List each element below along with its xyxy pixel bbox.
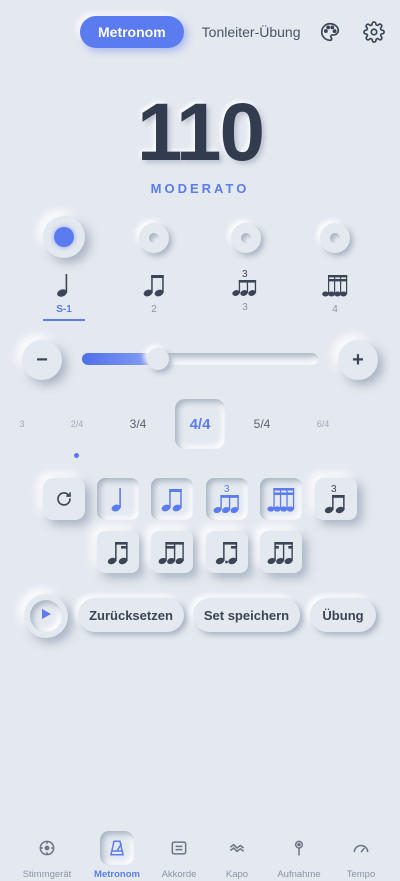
beat-indicator-3[interactable]: [231, 223, 261, 253]
play-button[interactable]: [24, 594, 68, 638]
pattern-eighths[interactable]: [151, 478, 193, 520]
speedometer-icon: [344, 831, 378, 865]
subdivision-label: 3: [242, 302, 248, 313]
tempo-increase-button[interactable]: +: [338, 340, 378, 380]
tab-tonleiter-uebung[interactable]: Tonleiter-Übung: [184, 16, 319, 48]
sixteenth-notes-icon: [310, 268, 360, 298]
tab-metronom[interactable]: Metronom: [80, 16, 184, 48]
pattern-triplet-eighths[interactable]: 3: [315, 478, 357, 520]
nav-item-metronom[interactable]: Metronom: [87, 831, 147, 880]
mode-tabs: Metronom Tonleiter-Übung: [80, 16, 319, 48]
nav-label: Aufnahme: [277, 869, 321, 880]
triplet-eighths-icon: 3: [324, 483, 348, 515]
beat-indicator-4[interactable]: [320, 223, 350, 253]
repeat-button[interactable]: [43, 478, 85, 520]
dotted-eighth-sixteenth-icon: [215, 538, 239, 566]
slider-handle[interactable]: [147, 348, 169, 370]
tempo-marking: MODERATO: [150, 181, 250, 196]
repeat-icon: [55, 490, 73, 508]
nav-label: Akkorde: [161, 869, 197, 880]
pattern-triplet[interactable]: 3: [206, 478, 248, 520]
sixteenth-eighth-sixteenth-icon: [267, 538, 295, 566]
save-set-button[interactable]: Set speichern: [193, 598, 300, 632]
metronome-icon: [100, 831, 134, 865]
pattern-eighth-sixteenths[interactable]: [97, 531, 139, 573]
page-indicator-dot: [74, 453, 79, 458]
quarter-note-icon: [39, 268, 89, 298]
tuplet-number: 3: [224, 484, 230, 495]
pattern-sixteenth-eighth-sixteenth[interactable]: [260, 531, 302, 573]
time-signature-selected[interactable]: 4/4: [175, 399, 225, 449]
beat-indicator-2[interactable]: [139, 223, 169, 253]
subdivision-label: S-1: [56, 304, 72, 315]
reset-button[interactable]: Zurücksetzen: [78, 598, 184, 632]
subdivision-selected-underline: [43, 319, 85, 321]
palette-icon[interactable]: [318, 20, 342, 44]
triplet-icon: 3: [213, 483, 241, 515]
bottom-navigation: Stimmgerät Metronom Akkorde Kapo Aufnahm…: [0, 821, 400, 881]
tempo-decrease-button[interactable]: −: [22, 340, 62, 380]
triplet-icon: 3: [220, 266, 270, 298]
chords-icon: [162, 831, 196, 865]
quarter-note-icon: [111, 485, 125, 513]
pattern-dotted-eighth-sixteenth[interactable]: [206, 531, 248, 573]
nav-item-stimmgeraet[interactable]: Stimmgerät: [17, 831, 77, 880]
microphone-icon: [282, 831, 316, 865]
eighth-sixteenths-icon: [107, 538, 129, 566]
beat-indicator-1[interactable]: [43, 216, 85, 258]
time-signature-option[interactable]: 3/4: [120, 399, 156, 449]
eighth-notes-icon: [161, 485, 183, 513]
tuner-icon: [30, 831, 64, 865]
subdivision-4[interactable]: 4: [310, 268, 360, 315]
subdivision-3[interactable]: 3 3: [220, 266, 270, 313]
tempo-slider[interactable]: [82, 348, 318, 370]
gear-icon[interactable]: [362, 20, 386, 44]
eighth-notes-icon: [129, 268, 179, 298]
subdivision-1[interactable]: S-1: [39, 268, 89, 321]
pattern-sixteenths-eighth[interactable]: [151, 531, 193, 573]
play-button-inner: [30, 600, 62, 632]
nav-label: Stimmgerät: [22, 869, 72, 880]
bpm-value: 110: [136, 87, 265, 178]
play-icon: [40, 607, 52, 625]
time-signature-option[interactable]: 2/4: [60, 399, 94, 449]
pattern-sixteenths[interactable]: [260, 478, 302, 520]
subdivision-label: 2: [151, 304, 157, 315]
subdivision-2[interactable]: 2: [129, 268, 179, 315]
nav-label: Metronom: [94, 869, 140, 880]
nav-item-kapo[interactable]: Kapo: [207, 831, 267, 880]
sixteenth-notes-icon: [267, 485, 295, 513]
nav-item-tempo[interactable]: Tempo: [331, 831, 391, 880]
tuplet-number: 3: [331, 484, 337, 495]
nav-label: Kapo: [225, 869, 249, 880]
capo-icon: [220, 831, 254, 865]
tuplet-number: 3: [242, 269, 248, 280]
time-signature-option[interactable]: 3: [10, 399, 34, 449]
time-signature-option[interactable]: 5/4: [244, 399, 280, 449]
nav-item-aufnahme[interactable]: Aufnahme: [269, 831, 329, 880]
exercise-button[interactable]: Übung: [310, 598, 376, 632]
subdivision-label: 4: [332, 304, 338, 315]
sixteenths-eighth-icon: [158, 538, 186, 566]
nav-item-akkorde[interactable]: Akkorde: [149, 831, 209, 880]
pattern-quarter[interactable]: [97, 478, 139, 520]
nav-label: Tempo: [346, 869, 376, 880]
time-signature-option[interactable]: 6/4: [306, 399, 340, 449]
